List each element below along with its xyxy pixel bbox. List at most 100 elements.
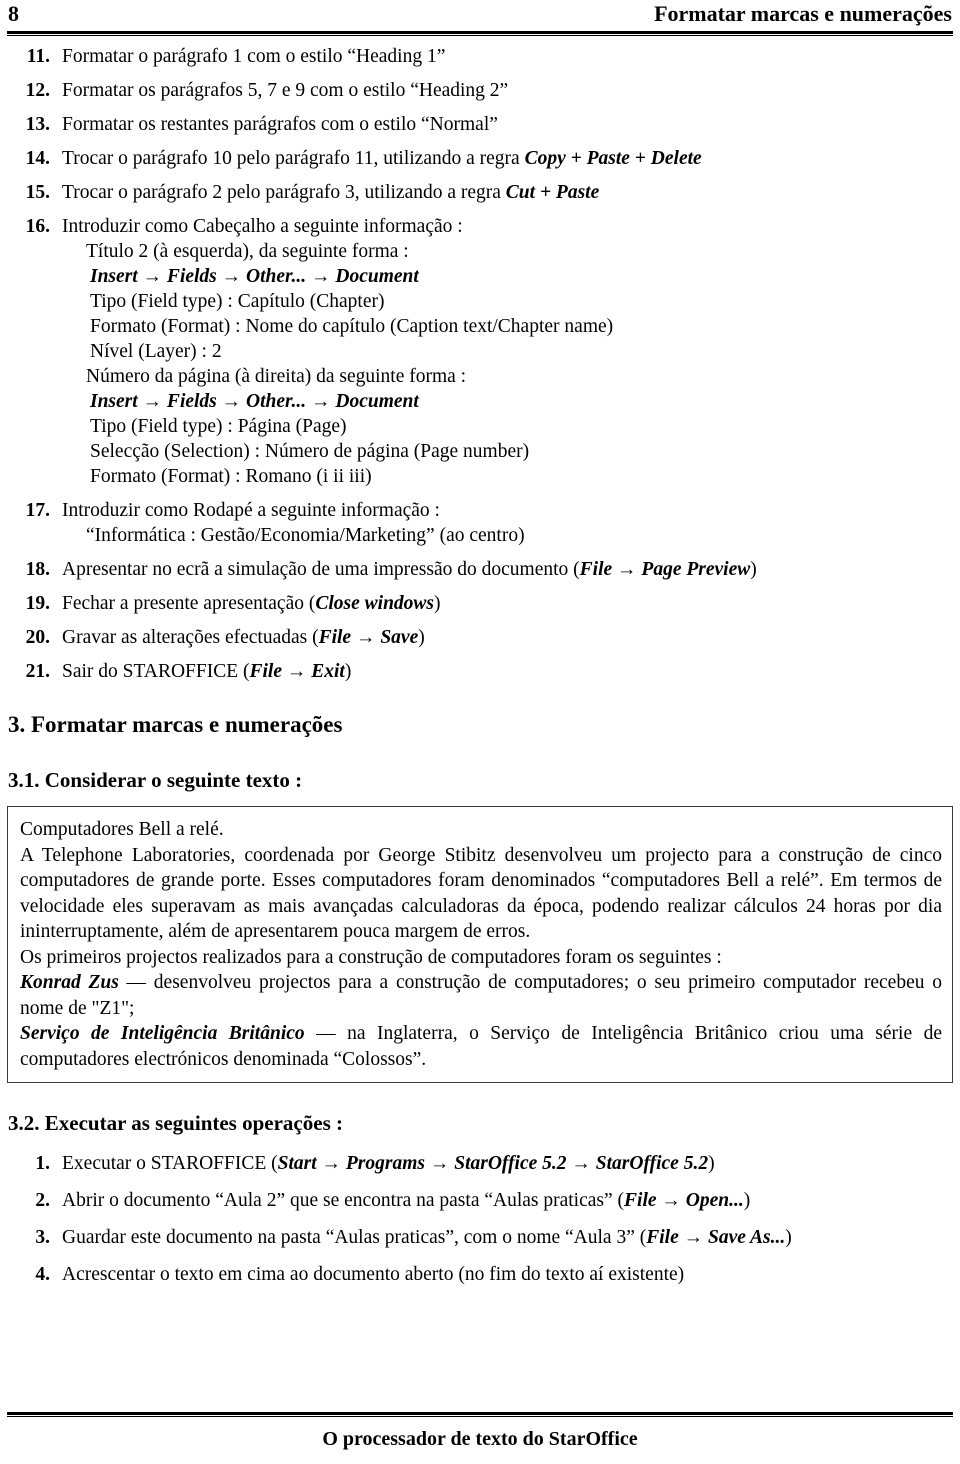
list-item-text: Fechar a presente apresentação (Close wi… bbox=[62, 591, 960, 616]
textbox-paragraph: Serviço de Inteligência Britânico — na I… bbox=[20, 1021, 942, 1072]
list-item-number: 3. bbox=[35, 1227, 50, 1248]
header-title: Formatar marcas e numerações bbox=[654, 1, 952, 26]
list-item-text-plain: Abrir o documento “Aula 2” que se encont… bbox=[62, 1190, 625, 1211]
list-item-text-plain: Gravar as alterações efectuadas ( bbox=[62, 627, 319, 648]
list-item-17: 17. Introduzir como Rodapé a seguinte in… bbox=[0, 498, 960, 548]
list-item-text-post: ) bbox=[750, 559, 757, 580]
textbox-term-desc: — desenvolveu projectos para a construçã… bbox=[20, 972, 942, 1019]
list-item-number: 19. bbox=[25, 593, 50, 614]
list-item-number: 12. bbox=[25, 80, 50, 101]
list-item-number: 20. bbox=[25, 627, 50, 648]
list-item-command: File → Page Preview bbox=[579, 559, 751, 580]
list-item-text-plain: Apresentar no ecrã a simulação de uma im… bbox=[62, 559, 580, 580]
list-item-number: 2. bbox=[35, 1190, 50, 1211]
footer-text: O processador de texto do StarOffice bbox=[322, 1428, 638, 1450]
operations-list: 1. Executar o STAROFFICE (Start → Progra… bbox=[0, 1151, 960, 1287]
page-content: 11. Formatar o parágrafo 1 com o estilo … bbox=[0, 44, 960, 1299]
document-page: 8 Formatar marcas e numerações 11. Forma… bbox=[0, 0, 960, 1464]
textbox-term: Konrad Zus bbox=[20, 972, 119, 993]
textbox-term: Serviço de Inteligência Britânico bbox=[20, 1023, 305, 1044]
list-item-text: Apresentar no ecrã a simulação de uma im… bbox=[62, 557, 960, 582]
list-item-text: Formatar o parágrafo 1 com o estilo “Hea… bbox=[62, 46, 446, 67]
textbox-paragraph: Konrad Zus — desenvolveu projectos para … bbox=[20, 970, 942, 1021]
section-heading-3-2: 3.2. Executar as seguintes operações : bbox=[8, 1111, 343, 1135]
list-item-text-plain: Executar o STAROFFICE ( bbox=[62, 1153, 278, 1174]
item16-block-b-line: Tipo (Field type) : Página (Page) bbox=[90, 416, 347, 437]
list-item-text-post: ) bbox=[434, 593, 441, 614]
list-item-number: 4. bbox=[35, 1264, 50, 1285]
list-item-number: 1. bbox=[35, 1153, 50, 1174]
item16-block-a-line: Tipo (Field type) : Capítulo (Chapter) bbox=[90, 291, 385, 312]
textbox-paragraph: Os primeiros projectos realizados para a… bbox=[20, 946, 722, 968]
sample-text-box: Computadores Bell a relé. A Telephone La… bbox=[7, 806, 953, 1083]
list-item-text: Guardar este documento na pasta “Aulas p… bbox=[62, 1227, 792, 1248]
list-item: 11. Formatar o parágrafo 1 com o estilo … bbox=[0, 44, 960, 69]
list-item-text: Sair do STAROFFICE (File → Exit) bbox=[62, 659, 960, 684]
list-item-number: 15. bbox=[25, 182, 50, 203]
list-item: 13. Formatar os restantes parágrafos com… bbox=[0, 112, 960, 137]
list-item-text-post: ) bbox=[418, 627, 425, 648]
list-item-lead: Introduzir como Rodapé a seguinte inform… bbox=[62, 500, 440, 521]
header-rule bbox=[7, 31, 953, 37]
item16-block-b-line: Selecção (Selection) : Número de página … bbox=[90, 441, 530, 462]
list-item-text: Formatar os restantes parágrafos com o e… bbox=[62, 114, 498, 135]
list-item-text-plain: Trocar o parágrafo 10 pelo parágrafo 11,… bbox=[62, 148, 525, 169]
list-item-text: Gravar as alterações efectuadas (File → … bbox=[62, 625, 960, 650]
list-item: 2. Abrir o documento “Aula 2” que se enc… bbox=[0, 1188, 960, 1213]
list-item-command: File → Open... bbox=[624, 1190, 744, 1211]
item16-block-a-menu-path: Insert → Fields → Other... → Document bbox=[90, 266, 419, 287]
list-item-text: Abrir o documento “Aula 2” que se encont… bbox=[62, 1190, 750, 1211]
list-item: 12. Formatar os parágrafos 5, 7 e 9 com … bbox=[0, 78, 960, 103]
list-item-command: File → Save As... bbox=[646, 1227, 786, 1248]
list-item-number: 11. bbox=[26, 46, 50, 67]
list-item-text: Trocar o parágrafo 10 pelo parágrafo 11,… bbox=[62, 146, 960, 171]
list-item: 21. Sair do STAROFFICE (File → Exit) bbox=[0, 659, 960, 684]
list-item-text: Formatar os parágrafos 5, 7 e 9 com o es… bbox=[62, 80, 509, 101]
list-item-command: Copy + Paste + Delete bbox=[524, 148, 702, 169]
list-item-number: 16. bbox=[25, 216, 50, 237]
list-item-text-post: ) bbox=[344, 661, 352, 682]
list-item-number: 18. bbox=[25, 559, 50, 580]
list-item-text-plain: Fechar a presente apresentação ( bbox=[62, 593, 316, 614]
list-item: 3. Guardar este documento na pasta “Aula… bbox=[0, 1225, 960, 1250]
list-item-text-plain: Guardar este documento na pasta “Aulas p… bbox=[62, 1227, 647, 1248]
list-item-text-post: ) bbox=[785, 1227, 792, 1248]
list-item-command: Start → Programs → StarOffice 5.2 → Star… bbox=[277, 1153, 709, 1174]
list-item-lead: Introduzir como Cabeçalho a seguinte inf… bbox=[62, 216, 463, 237]
list-item-number: 21. bbox=[25, 661, 50, 682]
list-item: 18. Apresentar no ecrã a simulação de um… bbox=[0, 557, 960, 582]
list-item-text-plain: Sair do STAROFFICE ( bbox=[62, 661, 250, 682]
list-item-number: 17. bbox=[25, 500, 50, 521]
list-item: 14. Trocar o parágrafo 10 pelo parágrafo… bbox=[0, 146, 960, 171]
page-header: 8 Formatar marcas e numerações bbox=[8, 0, 952, 34]
list-item-command: File → Exit bbox=[249, 661, 345, 682]
list-item: 4. Acrescentar o texto em cima ao docume… bbox=[0, 1262, 960, 1287]
section-heading-3-1: 3.1. Considerar o seguinte texto : bbox=[8, 768, 303, 792]
item16-block-a-title: Título 2 (à esquerda), da seguinte forma… bbox=[86, 241, 409, 262]
list-item-text: Executar o STAROFFICE (Start → Programs … bbox=[62, 1153, 715, 1174]
textbox-paragraph: Computadores Bell a relé. bbox=[20, 819, 224, 840]
list-item-command: Cut + Paste bbox=[505, 182, 600, 203]
list-item-text: Trocar o parágrafo 2 pelo parágrafo 3, u… bbox=[62, 180, 960, 205]
list-item-number: 14. bbox=[25, 148, 50, 169]
list-item-text: Acrescentar o texto em cima ao documento… bbox=[62, 1264, 684, 1285]
list-item-command: File → Save bbox=[318, 627, 419, 648]
item16-block-a-line: Formato (Format) : Nome do capítulo (Cap… bbox=[90, 316, 614, 337]
item16-block-a-line: Nível (Layer) : 2 bbox=[90, 341, 222, 362]
list-item-command: Close windows bbox=[315, 593, 435, 614]
header-page-number: 8 bbox=[8, 1, 19, 26]
list-item: 19. Fechar a presente apresentação (Clos… bbox=[0, 591, 960, 616]
list-item: 1. Executar o STAROFFICE (Start → Progra… bbox=[0, 1151, 960, 1176]
instruction-list-continued: 11. Formatar o parágrafo 1 com o estilo … bbox=[0, 44, 960, 684]
list-item-16: 16. Introduzir como Cabeçalho a seguinte… bbox=[0, 214, 960, 489]
item16-block-b-title: Número da página (à direita) da seguinte… bbox=[86, 366, 467, 387]
list-item-text-plain: Trocar o parágrafo 2 pelo parágrafo 3, u… bbox=[62, 182, 506, 203]
list-item-text-plain: Acrescentar o texto em cima ao documento… bbox=[62, 1264, 685, 1285]
item17-footer-text: “Informática : Gestão/Economia/Marketing… bbox=[86, 525, 525, 546]
item16-block-b-line: Formato (Format) : Romano (i ii iii) bbox=[90, 466, 372, 487]
list-item: 15. Trocar o parágrafo 2 pelo parágrafo … bbox=[0, 180, 960, 205]
section-heading-3: 3. Formatar marcas e numerações bbox=[8, 712, 343, 737]
item16-block-b-menu-path: Insert → Fields → Other... → Document bbox=[90, 391, 419, 412]
list-item-number: 13. bbox=[25, 114, 50, 135]
list-item-text-post: ) bbox=[708, 1153, 715, 1174]
